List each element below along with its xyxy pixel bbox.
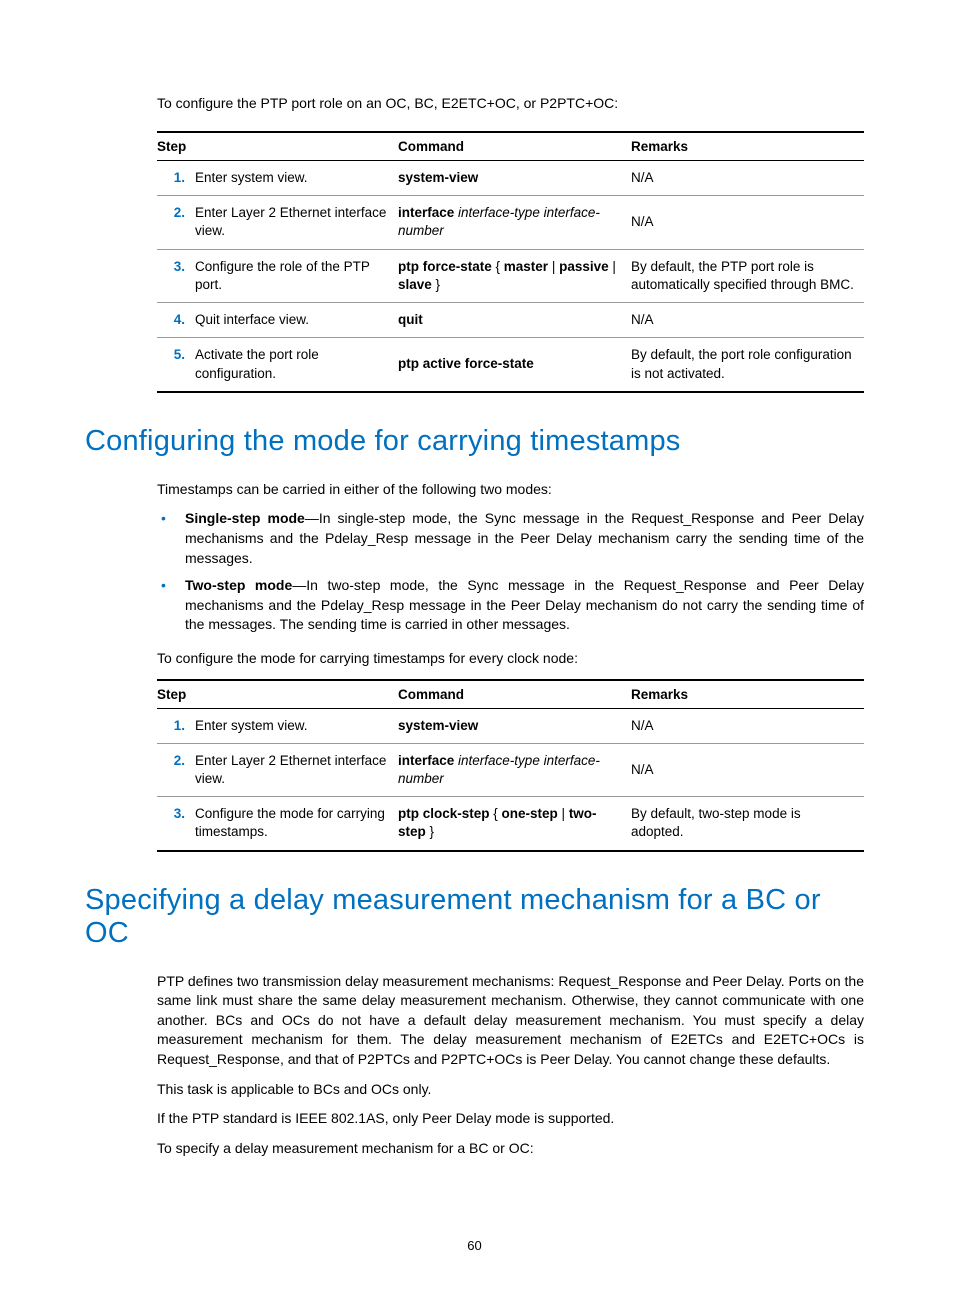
step-command: ptp force-state { master | passive | sla… bbox=[398, 249, 631, 302]
step-number: 2. bbox=[157, 196, 195, 249]
table-header-row: Step Command Remarks bbox=[157, 132, 864, 161]
table-header-row: Step Command Remarks bbox=[157, 680, 864, 709]
table-row: 2. Enter Layer 2 Ethernet interface view… bbox=[157, 196, 864, 249]
table-row: 3. Configure the mode for carrying times… bbox=[157, 797, 864, 851]
cmd-text: system-view bbox=[398, 718, 478, 733]
step-number: 2. bbox=[157, 743, 195, 796]
cmd-text: interface bbox=[398, 753, 458, 768]
step-command: interface interface-type interface-numbe… bbox=[398, 196, 631, 249]
step-desc: Quit interface view. bbox=[195, 303, 398, 338]
th-command: Command bbox=[398, 680, 631, 709]
para-configure-mode: To configure the mode for carrying times… bbox=[157, 649, 864, 669]
step-number: 1. bbox=[157, 161, 195, 196]
table-row: 5. Activate the port role configuration.… bbox=[157, 338, 864, 392]
step-remarks: N/A bbox=[631, 303, 864, 338]
cmd-sep: | bbox=[558, 806, 569, 821]
cmd-brace: } bbox=[432, 277, 440, 292]
para-specify: To specify a delay measurement mechanism… bbox=[157, 1139, 864, 1159]
cmd-text: ptp clock-step bbox=[398, 806, 490, 821]
cmd-text: quit bbox=[398, 312, 423, 327]
step-remarks: N/A bbox=[631, 743, 864, 796]
cmd-brace: { bbox=[492, 259, 504, 274]
step-command: ptp active force-state bbox=[398, 338, 631, 392]
cmd-text: ptp force-state bbox=[398, 259, 492, 274]
intro-text-1: To configure the PTP port role on an OC,… bbox=[157, 95, 864, 111]
cmd-text: interface bbox=[398, 205, 458, 220]
step-command: system-view bbox=[398, 708, 631, 743]
step-remarks: N/A bbox=[631, 708, 864, 743]
th-step: Step bbox=[157, 132, 398, 161]
cmd-sep: | bbox=[609, 259, 616, 274]
th-command: Command bbox=[398, 132, 631, 161]
step-number: 5. bbox=[157, 338, 195, 392]
step-remarks: N/A bbox=[631, 161, 864, 196]
th-step: Step bbox=[157, 680, 398, 709]
bullet-label: Two-step mode bbox=[185, 577, 292, 593]
cmd-brace: } bbox=[426, 824, 434, 839]
step-number: 3. bbox=[157, 797, 195, 851]
cmd-text: system-view bbox=[398, 170, 478, 185]
step-remarks: N/A bbox=[631, 196, 864, 249]
step-desc: Enter system view. bbox=[195, 708, 398, 743]
cmd-sep: | bbox=[548, 259, 559, 274]
para-applicable: This task is applicable to BCs and OCs o… bbox=[157, 1080, 864, 1100]
step-number: 3. bbox=[157, 249, 195, 302]
bullet-label: Single-step mode bbox=[185, 510, 305, 526]
step-desc: Enter system view. bbox=[195, 161, 398, 196]
bullet-list-modes: Single-step mode—In single-step mode, th… bbox=[157, 509, 864, 635]
table-row: 4. Quit interface view. quit N/A bbox=[157, 303, 864, 338]
table-carrying-timestamps: Step Command Remarks 1. Enter system vie… bbox=[157, 679, 864, 852]
step-command: system-view bbox=[398, 161, 631, 196]
heading-delay-measurement: Specifying a delay measurement mechanism… bbox=[85, 884, 864, 950]
table-row: 2. Enter Layer 2 Ethernet interface view… bbox=[157, 743, 864, 796]
cmd-brace: { bbox=[490, 806, 502, 821]
step-number: 1. bbox=[157, 708, 195, 743]
para-ieee: If the PTP standard is IEEE 802.1AS, onl… bbox=[157, 1109, 864, 1129]
cmd-text: ptp active force-state bbox=[398, 356, 534, 371]
step-command: interface interface-type interface-numbe… bbox=[398, 743, 631, 796]
step-number: 4. bbox=[157, 303, 195, 338]
table-row: 3. Configure the role of the PTP port. p… bbox=[157, 249, 864, 302]
table-ptp-port-role: Step Command Remarks 1. Enter system vie… bbox=[157, 131, 864, 393]
cmd-opt: one-step bbox=[502, 806, 558, 821]
para-timestamps-intro: Timestamps can be carried in either of t… bbox=[157, 480, 864, 500]
th-remarks: Remarks bbox=[631, 132, 864, 161]
bullet-single-step: Single-step mode—In single-step mode, th… bbox=[157, 509, 864, 568]
th-remarks: Remarks bbox=[631, 680, 864, 709]
step-desc: Enter Layer 2 Ethernet interface view. bbox=[195, 196, 398, 249]
step-desc: Activate the port role configuration. bbox=[195, 338, 398, 392]
step-command: ptp clock-step { one-step | two-step } bbox=[398, 797, 631, 851]
heading-configuring-mode: Configuring the mode for carrying timest… bbox=[85, 425, 864, 458]
bullet-two-step: Two-step mode—In two-step mode, the Sync… bbox=[157, 576, 864, 635]
para-delay-intro: PTP defines two transmission delay measu… bbox=[157, 972, 864, 1070]
cmd-opt: master bbox=[504, 259, 548, 274]
table-row: 1. Enter system view. system-view N/A bbox=[157, 161, 864, 196]
step-remarks: By default, two-step mode is adopted. bbox=[631, 797, 864, 851]
cmd-opt: slave bbox=[398, 277, 432, 292]
cmd-opt: passive bbox=[559, 259, 609, 274]
step-remarks: By default, the port role configuration … bbox=[631, 338, 864, 392]
step-desc: Configure the role of the PTP port. bbox=[195, 249, 398, 302]
step-desc: Enter Layer 2 Ethernet interface view. bbox=[195, 743, 398, 796]
page-number: 60 bbox=[85, 1238, 864, 1253]
step-desc: Configure the mode for carrying timestam… bbox=[195, 797, 398, 851]
step-remarks: By default, the PTP port role is automat… bbox=[631, 249, 864, 302]
step-command: quit bbox=[398, 303, 631, 338]
table-row: 1. Enter system view. system-view N/A bbox=[157, 708, 864, 743]
